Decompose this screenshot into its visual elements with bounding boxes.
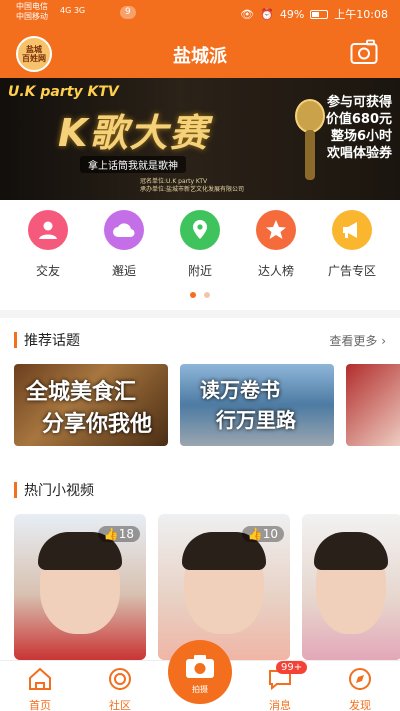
section-divider bbox=[0, 310, 400, 318]
like-count: 👍18 bbox=[97, 526, 140, 542]
alarm-icon: ⏰ bbox=[260, 7, 274, 21]
home-icon bbox=[29, 667, 51, 690]
video-carousel[interactable]: 👍18 👍10 bbox=[14, 514, 400, 660]
shoot-button[interactable]: 拍摄 bbox=[168, 640, 232, 704]
quick-menu: 交友 邂逅 附近 达人榜 广告专区 bbox=[0, 210, 400, 280]
tab-label: 消息 bbox=[269, 699, 291, 711]
status-bar: 中国电信 中国移动 4G 3G 9 👁 ⏰ 49% 上午10:08 bbox=[0, 0, 400, 28]
battery-percent: 49% bbox=[279, 7, 305, 21]
pager-dot[interactable] bbox=[204, 292, 210, 298]
quick-item-label: 邂逅 bbox=[111, 264, 136, 278]
see-more-link[interactable]: 查看更多 › bbox=[329, 332, 386, 349]
carrier-secondary: 中国移动 bbox=[16, 12, 48, 21]
tab-label: 发现 bbox=[349, 699, 371, 711]
shoot-label: 拍摄 bbox=[192, 685, 208, 694]
prize-line: 整场6小时 bbox=[330, 129, 392, 144]
banner-prize-text: 参与可获得 价值680元 整场6小时 欢唱体验券 bbox=[326, 94, 392, 162]
topic-card[interactable] bbox=[346, 364, 400, 446]
tab-community[interactable]: 社区 bbox=[90, 667, 150, 711]
section-accent-bar bbox=[14, 482, 17, 498]
like-count-value: 10 bbox=[262, 527, 278, 541]
eye-icon: 👁 bbox=[240, 7, 255, 21]
topic-line: 分享你我他 bbox=[42, 411, 153, 437]
quick-item-talent-ranking[interactable]: 达人榜 bbox=[246, 210, 306, 280]
banner-venue: U.K party KTV bbox=[8, 84, 119, 100]
banner-sponsor-text: 冠名单位:U.K party KTV 承办单位:盐城市新艺文化发展有限公司 bbox=[140, 178, 245, 193]
tab-label: 首页 bbox=[29, 699, 51, 711]
quick-item-ads[interactable]: 广告专区 bbox=[322, 210, 382, 280]
pager-dots bbox=[0, 292, 400, 298]
app-header: 盐城 百姓网 盐城派 bbox=[0, 28, 400, 78]
people-icon bbox=[28, 210, 68, 250]
banner-headline: K歌大赛 bbox=[58, 111, 210, 155]
prize-line: 参与可获得 bbox=[326, 95, 392, 110]
compass-icon bbox=[349, 668, 371, 690]
quick-item-label: 广告专区 bbox=[327, 264, 376, 278]
camera-icon bbox=[350, 39, 378, 64]
videos-section-header: 热门小视频 bbox=[14, 480, 386, 500]
prize-line: 欢唱体验券 bbox=[326, 146, 392, 161]
quick-item-label: 交友 bbox=[35, 264, 60, 278]
video-card[interactable] bbox=[302, 514, 400, 660]
cloud-icon bbox=[104, 210, 144, 250]
section-accent-bar bbox=[14, 332, 17, 348]
like-count-value: 18 bbox=[118, 527, 134, 541]
topic-line: 读万卷书 bbox=[200, 378, 280, 402]
video-card[interactable]: 👍10 bbox=[158, 514, 290, 660]
thumbs-up-icon: 👍 bbox=[103, 527, 119, 541]
notification-count-badge: 9 bbox=[120, 6, 136, 19]
tab-discover[interactable]: 发现 bbox=[330, 667, 390, 711]
banner-slogan: 拿上话筒我就是歌神 bbox=[80, 156, 186, 173]
topic-card[interactable]: 全城美食汇 分享你我他 bbox=[14, 364, 168, 446]
camera-button[interactable] bbox=[350, 39, 378, 65]
carrier-info: 中国电信 中国移动 bbox=[16, 2, 48, 22]
like-count: 👍10 bbox=[241, 526, 284, 542]
carrier-primary: 中国电信 bbox=[16, 2, 48, 11]
chevron-right-icon: › bbox=[381, 334, 386, 348]
page-title: 盐城派 bbox=[173, 46, 227, 67]
signal-indicator: 4G 3G bbox=[60, 6, 86, 15]
camera-icon bbox=[186, 655, 214, 678]
topics-carousel[interactable]: 全城美食汇 分享你我他 读万卷书 行万里路 bbox=[14, 364, 400, 446]
video-thumbnail-hair bbox=[314, 532, 388, 570]
tab-label: 社区 bbox=[109, 699, 131, 711]
community-icon bbox=[109, 668, 131, 690]
system-indicators: 👁 ⏰ 49% 上午10:08 bbox=[240, 6, 388, 22]
quick-item-label: 达人榜 bbox=[257, 264, 294, 278]
thumbs-up-icon: 👍 bbox=[247, 527, 263, 541]
messages-badge: 99+ bbox=[276, 661, 308, 674]
quick-item-friends[interactable]: 交友 bbox=[18, 210, 78, 280]
pager-dot-active[interactable] bbox=[190, 292, 196, 298]
megaphone-icon bbox=[332, 210, 372, 250]
topic-line: 行万里路 bbox=[216, 408, 296, 432]
see-more-label: 查看更多 bbox=[329, 334, 378, 348]
star-icon bbox=[256, 210, 296, 250]
clock: 上午10:08 bbox=[334, 8, 388, 21]
quick-item-label: 附近 bbox=[187, 264, 212, 278]
topic-card[interactable]: 读万卷书 行万里路 bbox=[180, 364, 334, 446]
video-card[interactable]: 👍18 bbox=[14, 514, 146, 660]
microphone-icon bbox=[295, 99, 325, 180]
location-icon bbox=[180, 210, 220, 250]
topics-section-header: 推荐话题 查看更多 › bbox=[14, 330, 386, 350]
prize-line: 价值680元 bbox=[325, 112, 392, 127]
section-title: 推荐话题 bbox=[24, 333, 80, 349]
battery-icon bbox=[310, 9, 329, 19]
promo-banner[interactable]: U.K party KTV K歌大赛 拿上话筒我就是歌神 冠名单位:U.K pa… bbox=[0, 78, 400, 200]
quick-item-encounter[interactable]: 邂逅 bbox=[94, 210, 154, 280]
tab-home[interactable]: 首页 bbox=[10, 667, 70, 711]
topic-line: 全城美食汇 bbox=[26, 379, 137, 405]
section-title: 热门小视频 bbox=[24, 483, 94, 499]
quick-item-nearby[interactable]: 附近 bbox=[170, 210, 230, 280]
